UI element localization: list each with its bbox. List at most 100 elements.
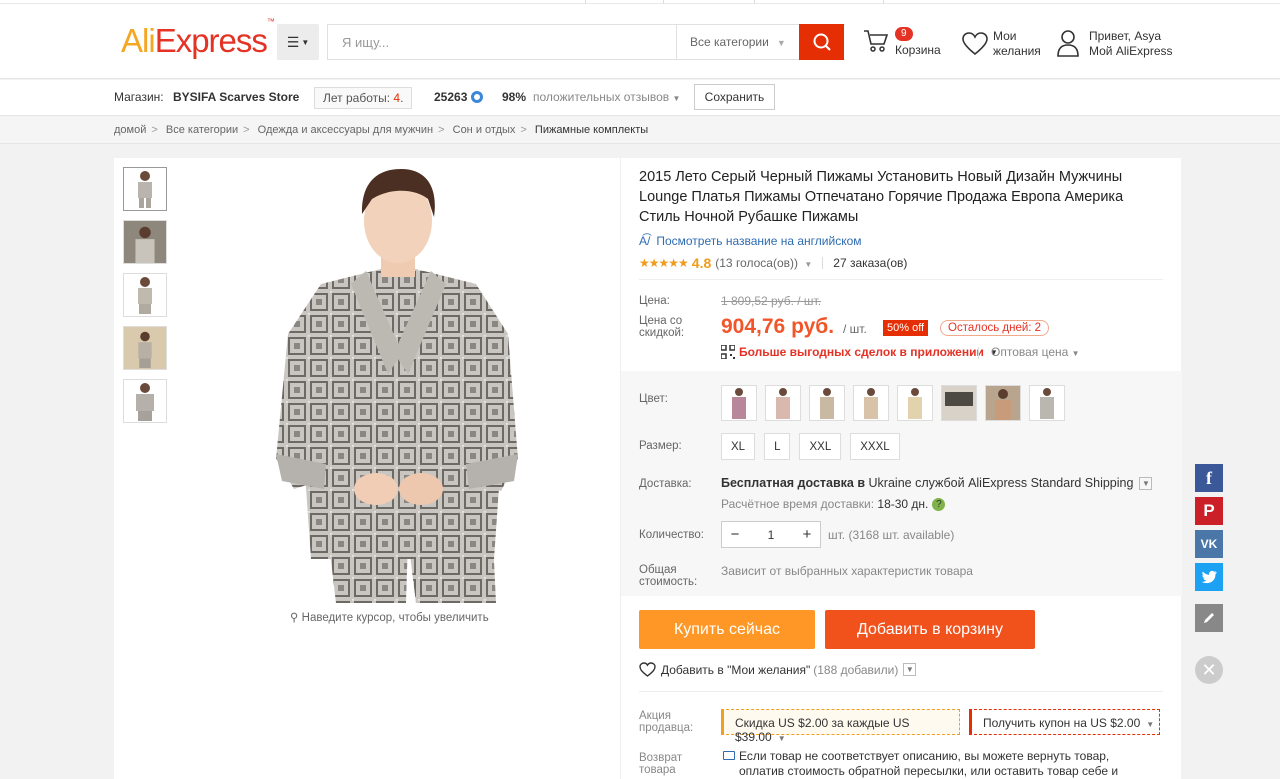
account-link[interactable] [1056,29,1080,61]
user-greeting[interactable]: Привет, Asya [1089,29,1161,44]
facebook-icon[interactable]: f [1195,464,1223,492]
rating-stars: ★★★★★ [639,256,689,270]
chevron-down-icon[interactable]: ▼ [903,663,917,676]
thumbnail[interactable] [123,220,167,264]
thumbnail[interactable] [123,167,167,211]
search-input[interactable]: Я ищу... [342,35,389,50]
app-deals-link[interactable]: Больше выгодных сделок в приложении ▼ [721,345,998,359]
store-label: Магазин: [114,90,164,104]
search-bar: Я ищу... Все категории ▼ [327,24,845,60]
aliexpress-logo[interactable]: AliExpress™ [121,17,275,60]
chevron-down-icon: ▼ [1071,349,1080,358]
color-swatch[interactable] [985,385,1021,421]
crumb-home[interactable]: домой [114,124,146,136]
chevron-down-icon: ▼ [776,38,786,48]
site-header: AliExpress™ ☰ ▼ Я ищу... Все категории ▼ 9… [0,4,1280,79]
wishlist-label-2[interactable]: желания [993,44,1041,59]
color-label: Цвет: [639,393,668,405]
returns-label: Возврат товара [639,752,683,776]
rating-value: 4.8 [691,255,712,271]
get-coupon-dropdown[interactable]: Получить купон на US $2.00 ▼ [969,709,1160,735]
color-swatches [721,385,1073,421]
store-score: 25263 [434,90,468,104]
quantity-decrease-button[interactable]: − [722,522,748,547]
shipping-method[interactable]: Бесплатная доставка в Ukraine службой Al… [721,476,1153,491]
help-icon[interactable]: ? [932,498,946,512]
thumbnail[interactable] [123,379,167,423]
store-medal-icon [469,89,485,108]
user-icon [1057,30,1079,57]
edit-icon[interactable] [1195,604,1223,632]
chevron-down-icon[interactable]: ▼ [1139,477,1153,491]
color-swatch[interactable] [897,385,933,421]
price-unit: / шт. [843,322,867,336]
chevron-down-icon: ▼ [672,94,681,103]
store-name[interactable]: BYSIFA Scarves Store [173,90,299,104]
wholesale-price-link[interactable]: Оптовая цена ▼ [978,345,1080,359]
days-left-badge: Осталось дней: 2 [940,320,1050,336]
my-aliexpress-link[interactable]: Мой AliExpress [1089,44,1173,59]
seller-discount-dropdown[interactable]: Скидка US $2.00 за каждые US $39.00 ▼ [721,709,960,744]
delivery-time: Расчётное время доставки: 18-30 дн.? [721,497,946,512]
product-main-image[interactable] [176,159,620,603]
color-swatch[interactable] [765,385,801,421]
product-card: ⚲ Наведите курсор, чтобы увеличить 2015 … [114,158,1182,779]
cart-label[interactable]: Корзина [895,43,941,58]
quantity-increase-button[interactable]: + [794,522,820,547]
color-swatch[interactable] [941,385,977,421]
seller-promo-label: Акция продавца: [639,710,694,734]
crumb-all-categories[interactable]: Все категории [166,124,238,136]
thumbnail[interactable] [123,273,167,317]
categories-menu-button[interactable]: ☰ ▼ [277,24,319,60]
cart-link[interactable] [862,26,890,58]
total-note: Зависит от выбранных характеристик товар… [721,564,973,578]
sku-section: Цвет: Размер: XL L XXL XXXL Доставка: Бе… [621,371,1182,596]
translate-icon: A͡/ [639,234,651,248]
size-option-xxl[interactable]: XXL [799,433,842,460]
store-bar: Магазин: BYSIFA Scarves Store Лет работы… [0,80,1280,116]
heart-plus-icon [639,662,656,677]
quantity-label: Количество: [639,529,704,541]
color-swatch[interactable] [853,385,889,421]
breadcrumb: домой > Все категории > Одежда и аксессуар… [114,124,649,136]
positive-feedback-link[interactable]: положительных отзывов ▼ [533,90,680,104]
magnifier-icon: ⚲ [290,612,299,624]
size-options: XL L XXL XXXL [721,433,909,460]
crumb-sleep[interactable]: Сон и отдых [453,124,516,136]
size-option-xxxl[interactable]: XXXL [850,433,900,460]
votes-link[interactable]: (13 голоса(ов)) ▼ [715,256,812,270]
qr-code-icon [721,345,735,359]
twitter-icon[interactable] [1195,563,1223,591]
quantity-stepper: − 1 + [721,521,821,548]
wishlist-link[interactable] [961,31,989,61]
crumb-men-clothing[interactable]: Одежда и аксессуары для мужчин [258,124,433,136]
add-to-cart-button[interactable]: Добавить в корзину [825,610,1035,649]
wishlist-label-1[interactable]: Мои [993,29,1017,44]
buy-now-button[interactable]: Купить сейчас [639,610,815,649]
crumb-current: Пижамные комплекты [534,124,649,136]
vk-icon[interactable]: VK [1195,530,1223,558]
discount-badge: 50% off [883,320,929,336]
add-to-wishlist-link[interactable]: Добавить в "Мои желания" (188 добавили) ▼ [639,662,917,677]
save-store-button[interactable]: Сохранить [694,84,775,110]
size-option-xl[interactable]: XL [721,433,756,460]
close-icon[interactable]: ✕ [1195,656,1223,684]
translate-title-link[interactable]: A͡/Посмотреть название на английском [639,234,862,248]
search-button[interactable] [799,24,844,60]
pinterest-icon[interactable]: P [1195,497,1223,525]
search-category-select[interactable]: Все категории ▼ [690,35,786,49]
quantity-input[interactable]: 1 [748,522,794,547]
rating-row: ★★★★★ 4.8 (13 голоса(ов)) ▼ 27 заказа(ов… [639,255,907,271]
color-swatch[interactable] [1029,385,1065,421]
color-swatch[interactable] [721,385,757,421]
shipping-label: Доставка: [639,478,692,490]
size-option-l[interactable]: L [764,433,791,460]
discount-price: 904,76 руб. [721,315,835,338]
discount-price-label: Цена со скидкой: [639,315,685,339]
quantity-available: шт. (3168 шт. available) [828,528,955,542]
color-swatch[interactable] [809,385,845,421]
returns-text: Если товар не соответствует описанию, вы… [739,749,1119,778]
cart-icon [864,30,889,52]
thumbnail[interactable] [123,326,167,370]
pajama-model-image [176,159,620,603]
